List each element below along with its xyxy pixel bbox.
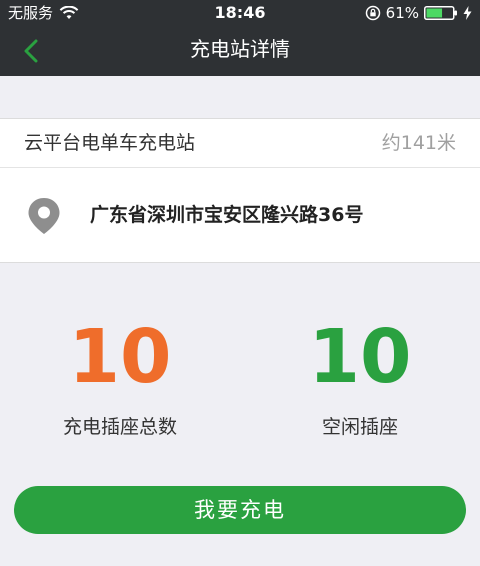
address-row[interactable]: 广东省深圳市宝安区隆兴路36号: [0, 168, 480, 263]
total-sockets-label: 充电插座总数: [62, 416, 177, 438]
station-address: 广东省深圳市宝安区隆兴路36号: [90, 204, 364, 226]
free-sockets-label: 空闲插座: [321, 416, 398, 438]
free-sockets-stat: 10 空闲插座: [270, 312, 450, 439]
station-distance: 约141米: [381, 132, 456, 154]
battery-percent: 61%: [385, 4, 419, 22]
top-bar: 无服务 18:46 61% 充电站详情: [0, 0, 480, 76]
status-bar: 无服务 18:46 61%: [0, 0, 480, 26]
battery-icon: [424, 6, 457, 20]
rotation-lock-icon: [365, 5, 380, 21]
total-sockets-stat: 10 充电插座总数: [30, 312, 210, 439]
page-title: 充电站详情: [190, 37, 290, 61]
total-sockets-value: 10: [68, 314, 172, 400]
location-pin-icon: [28, 198, 60, 234]
nav-bar: 充电站详情: [0, 26, 480, 76]
status-right: 61%: [365, 0, 472, 26]
station-name: 云平台电单车充电站: [24, 132, 196, 154]
charging-bolt-icon: [463, 6, 472, 20]
free-sockets-value: 10: [308, 314, 412, 400]
start-charging-button[interactable]: 我要充电: [14, 486, 466, 534]
station-info-row: 云平台电单车充电站 约141米: [0, 118, 480, 168]
